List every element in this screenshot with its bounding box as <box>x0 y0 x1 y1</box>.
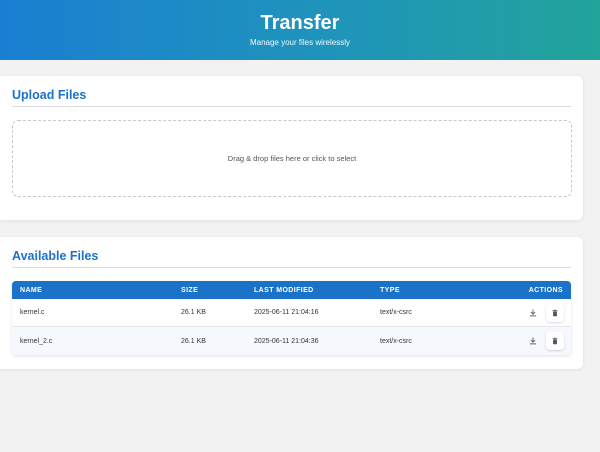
trash-icon <box>552 337 558 345</box>
file-size: 26.1 KB <box>181 337 206 345</box>
download-button[interactable] <box>524 304 542 322</box>
download-icon <box>529 337 537 345</box>
download-icon <box>529 308 537 316</box>
row-actions <box>490 332 571 350</box>
download-button[interactable] <box>524 332 542 350</box>
delete-button[interactable] <box>546 332 564 350</box>
column-header-name: NAME <box>20 286 43 294</box>
trash-icon <box>552 309 558 316</box>
file-size: 26.1 KB <box>181 309 206 316</box>
column-header-actions: ACTIONS <box>528 286 563 294</box>
file-dropzone[interactable]: Drag & drop files here or click to selec… <box>12 120 572 197</box>
table-row: kernel_2.c 26.1 KB 2025-06-11 21:04:36 t… <box>12 327 571 355</box>
row-actions <box>490 303 571 322</box>
dropzone-text: Drag & drop files here or click to selec… <box>227 154 357 163</box>
file-type: text/x-csrc <box>380 309 412 316</box>
files-card: Available Files NAME SIZE LAST MODIFIED … <box>0 237 583 369</box>
files-table: NAME SIZE LAST MODIFIED TYPE ACTIONS ker… <box>12 281 571 355</box>
divider <box>12 106 571 107</box>
table-row: kernel.c 26.1 KB 2025-06-11 21:04:16 tex… <box>12 299 571 327</box>
file-modified: 2025-06-11 21:04:16 <box>254 309 319 316</box>
upload-card: Upload Files Drag & drop files here or c… <box>0 76 583 220</box>
file-modified: 2025-06-11 21:04:36 <box>254 337 319 345</box>
app-header: Transfer Manage your files wirelessly <box>0 0 600 60</box>
app-title: Transfer <box>260 12 340 34</box>
column-header-size: SIZE <box>181 286 199 294</box>
files-title: Available Files <box>12 249 99 263</box>
table-header: NAME SIZE LAST MODIFIED TYPE ACTIONS <box>12 281 571 299</box>
file-name: kernel.c <box>20 309 45 316</box>
column-header-modified: LAST MODIFIED <box>254 286 314 294</box>
column-header-type: TYPE <box>380 286 400 294</box>
file-name: kernel_2.c <box>20 337 53 345</box>
delete-button[interactable] <box>546 303 564 322</box>
divider <box>12 267 571 268</box>
upload-title: Upload Files <box>12 88 87 102</box>
app-subtitle: Manage your files wirelessly <box>249 38 351 47</box>
file-type: text/x-csrc <box>380 337 412 345</box>
